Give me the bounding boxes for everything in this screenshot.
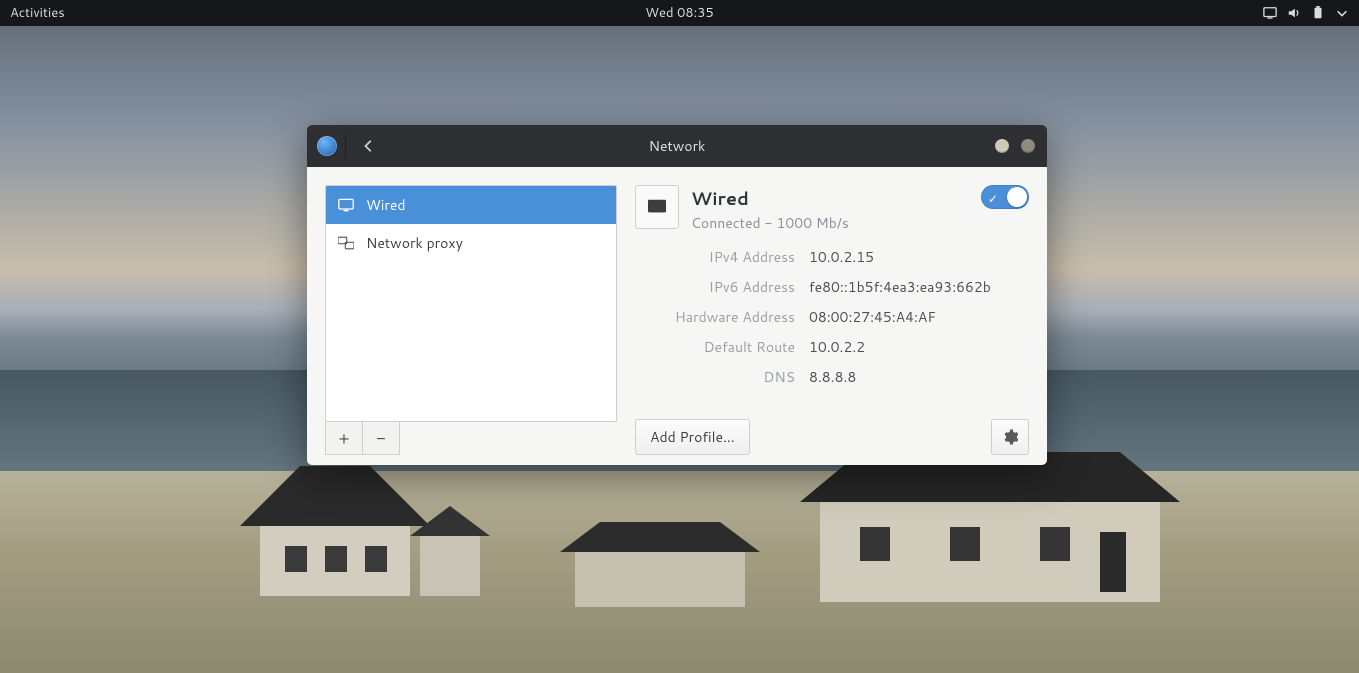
window-minimize-button[interactable] (995, 139, 1009, 153)
detail-value: 8.8.8.8 (809, 367, 1029, 387)
detail-value: fe80::1b5f:4ea3:ea93:662b (809, 277, 1029, 297)
activities-button[interactable]: Activities (0, 4, 75, 22)
gear-icon (1002, 429, 1018, 445)
sidebar-item-label: Network proxy (366, 233, 463, 253)
detail-value: 10.0.2.2 (809, 337, 1029, 357)
check-icon: ✓ (988, 190, 998, 207)
detail-key: Hardware Address (635, 307, 795, 327)
clock[interactable]: Wed 08:35 (645, 4, 713, 22)
window-titlebar[interactable]: Network (307, 125, 1047, 167)
connection-details: IPv4 Address 10.0.2.15 IPv6 Address fe80… (635, 247, 1029, 387)
window-close-button[interactable] (1021, 139, 1035, 153)
detail-key: DNS (635, 367, 795, 387)
sidebar-item-network-proxy[interactable]: Network proxy (326, 224, 616, 262)
connection-card-icon (635, 185, 679, 229)
system-status-area[interactable] (1253, 6, 1359, 20)
toggle-knob (1007, 187, 1027, 207)
connection-heading: Wired (691, 185, 849, 211)
gnome-topbar: Activities Wed 08:35 (0, 0, 1359, 26)
proxy-icon (338, 236, 354, 250)
sidebar-add-button[interactable]: + (325, 422, 362, 455)
detail-key: Default Route (635, 337, 795, 357)
back-button[interactable] (352, 129, 386, 163)
sidebar-item-label: Wired (366, 195, 406, 215)
settings-app-icon (317, 136, 337, 156)
settings-sidebar: Wired Network proxy + − (307, 167, 617, 465)
detail-key: IPv6 Address (635, 277, 795, 297)
chevron-down-icon (1335, 6, 1349, 20)
titlebar-separator (345, 134, 346, 158)
sidebar-item-wired[interactable]: Wired (326, 186, 616, 224)
connection-settings-button[interactable] (991, 419, 1029, 455)
ethernet-icon (646, 198, 668, 216)
battery-icon (1311, 6, 1325, 20)
sidebar-remove-button[interactable]: − (362, 422, 400, 455)
detail-key: IPv4 Address (635, 247, 795, 267)
volume-icon (1287, 6, 1301, 20)
detail-value: 08:00:27:45:A4:AF (809, 307, 1029, 327)
network-content: Wired Connected - 1000 Mb/s ✓ IPv4 Addre… (617, 167, 1047, 465)
sidebar-list: Wired Network proxy (325, 185, 617, 422)
connection-toggle[interactable]: ✓ (981, 185, 1029, 209)
wired-icon (338, 198, 354, 212)
screen-icon (1263, 6, 1277, 20)
settings-window: Network Wired Network proxy + − (307, 125, 1047, 465)
detail-value: 10.0.2.15 (809, 247, 1029, 267)
connection-status: Connected - 1000 Mb/s (691, 213, 849, 233)
window-title: Network (649, 136, 706, 156)
add-profile-button[interactable]: Add Profile… (635, 419, 750, 455)
chevron-left-icon (362, 139, 376, 153)
